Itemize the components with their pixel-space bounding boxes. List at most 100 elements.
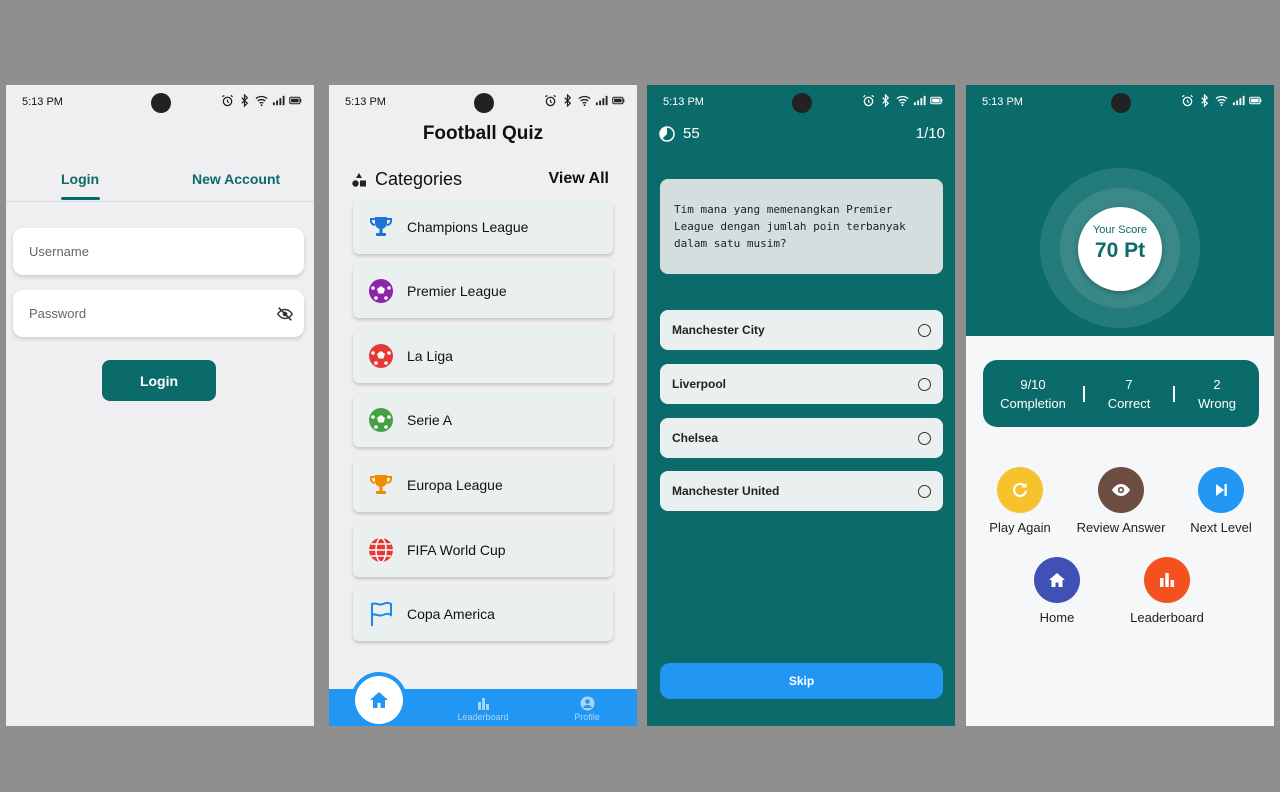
soccer-ball-icon: [369, 344, 393, 368]
category-card-la-liga[interactable]: La Liga: [353, 329, 613, 383]
play-again-circle: [997, 467, 1043, 513]
alarm-icon: [1182, 94, 1193, 107]
answer-option[interactable]: Liverpool: [660, 364, 943, 404]
alarm-icon: [222, 94, 233, 107]
home-circle: [1034, 557, 1080, 603]
option-label: Manchester City: [672, 323, 765, 337]
next-level-button[interactable]: Next Level: [1166, 467, 1274, 535]
stat-wrong: 2 Wrong: [1175, 375, 1259, 413]
radio-button[interactable]: [918, 323, 931, 337]
category-card-premier-league[interactable]: Premier League: [353, 264, 613, 318]
username-input[interactable]: [13, 228, 304, 275]
leaderboard-button[interactable]: Leaderboard: [1112, 557, 1222, 625]
status-bar: 5:13 PM: [329, 85, 637, 119]
category-label: Champions League: [407, 219, 529, 235]
categories-header: Categories: [351, 169, 462, 190]
categories-screen: 5:13 PM Football Quiz Categories View Al…: [329, 85, 637, 726]
view-all-link[interactable]: View All: [549, 170, 609, 188]
stat-label: Correct: [1107, 395, 1151, 411]
tab-divider: [6, 201, 314, 202]
answer-option[interactable]: Manchester United: [660, 471, 943, 511]
status-bar: 5:13 PM: [6, 85, 314, 119]
stat-correct: 7 Correct: [1085, 375, 1173, 413]
option-label: Chelsea: [672, 431, 719, 445]
wifi-icon: [578, 95, 591, 107]
question-card: Tim mana yang memenangkan Premier League…: [660, 179, 943, 274]
soccer-ball-icon: [369, 408, 393, 432]
play-again-button[interactable]: Play Again: [966, 467, 1075, 535]
leaderboard-nav-button[interactable]: Leaderboard: [443, 696, 523, 722]
visibility-off-icon[interactable]: [276, 305, 294, 323]
camera-cutout: [151, 93, 171, 113]
trophy-icon: [370, 475, 392, 494]
login-button[interactable]: Login: [102, 360, 216, 401]
skip-button[interactable]: Skip: [660, 663, 943, 699]
bluetooth-icon: [564, 94, 572, 107]
bluetooth-icon: [1201, 94, 1209, 107]
status-time: 5:13 PM: [22, 96, 63, 108]
stat-value: 2: [1213, 376, 1221, 392]
tab-login[interactable]: Login: [61, 171, 99, 187]
alarm-icon: [863, 94, 874, 107]
status-bar: 5:13 PM: [966, 85, 1274, 119]
question-progress: 1/10: [915, 125, 945, 142]
review-answer-button[interactable]: Review Answer: [1066, 467, 1176, 535]
status-time: 5:13 PM: [982, 96, 1023, 108]
radio-button[interactable]: [918, 484, 931, 498]
home-icon: [370, 692, 388, 708]
wifi-icon: [896, 95, 909, 107]
skip-next-icon: [1216, 484, 1227, 496]
nav-label-leaderboard: Leaderboard: [457, 712, 509, 722]
category-card-fifa-world-cup[interactable]: FIFA World Cup: [353, 523, 613, 577]
option-label: Liverpool: [672, 377, 727, 391]
globe-icon: [369, 537, 393, 563]
action-label: Home: [1039, 610, 1075, 625]
status-time: 5:13 PM: [663, 96, 704, 108]
answer-option[interactable]: Chelsea: [660, 418, 943, 458]
categories-title: Categories: [375, 169, 463, 189]
category-label: Serie A: [407, 412, 453, 428]
category-card-champions-league[interactable]: Champions League: [353, 200, 613, 254]
stat-label: Wrong: [1197, 395, 1237, 411]
home-nav-button[interactable]: [355, 676, 403, 724]
login-screen: 5:13 PM Login New Account Login: [6, 85, 314, 726]
battery-icon: [1249, 96, 1262, 105]
category-card-serie-a[interactable]: Serie A: [353, 393, 613, 447]
category-card-copa-america[interactable]: Copa America: [353, 587, 613, 641]
replay-icon: [1013, 482, 1028, 498]
bluetooth-icon: [241, 94, 249, 107]
question-text: Tim mana yang memenangkan Premier League…: [674, 203, 906, 250]
tab-new-account[interactable]: New Account: [192, 171, 280, 187]
home-button[interactable]: Home: [1002, 557, 1112, 625]
category-label: Premier League: [407, 283, 507, 299]
password-field-container: [13, 290, 304, 337]
signal-icon: [595, 95, 608, 106]
status-bar: 5:13 PM: [647, 85, 955, 119]
profile-icon: [580, 696, 594, 711]
radio-button[interactable]: [918, 377, 931, 391]
battery-icon: [612, 96, 625, 105]
category-card-europa-league[interactable]: Europa League: [353, 458, 613, 512]
quiz-timer: 55: [659, 125, 700, 142]
profile-nav-button[interactable]: Profile: [547, 696, 627, 722]
camera-cutout: [474, 93, 494, 113]
battery-icon: [289, 96, 302, 105]
battery-icon: [930, 96, 943, 105]
password-input[interactable]: [13, 290, 304, 337]
soccer-ball-icon: [369, 279, 393, 303]
score-label: Your Score: [1092, 224, 1148, 236]
answer-option[interactable]: Manchester City: [660, 310, 943, 350]
trophy-icon: [370, 217, 392, 236]
action-label: Review Answer: [1076, 520, 1166, 535]
bluetooth-icon: [882, 94, 890, 107]
username-field-container: [13, 228, 304, 275]
action-label: Play Again: [989, 520, 1051, 535]
timer-icon: [659, 125, 675, 142]
signal-icon: [913, 95, 926, 106]
status-icons: [1181, 94, 1262, 107]
flag-icon: [371, 601, 392, 626]
score-circle: Your Score 70 Pt: [1078, 207, 1162, 291]
radio-button[interactable]: [918, 431, 931, 445]
shapes-icon: [352, 172, 366, 187]
action-label: Next Level: [1190, 520, 1252, 535]
